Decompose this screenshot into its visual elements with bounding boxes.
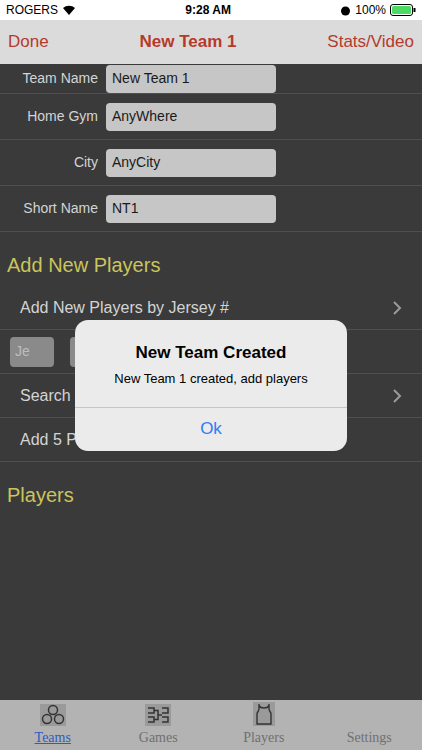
field-input[interactable]: AnyWhere xyxy=(106,103,276,131)
alarm-icon xyxy=(340,5,351,16)
row-label: Search xyxy=(20,384,71,408)
form-row: Short Name NT1 xyxy=(0,186,422,232)
alert-title: New Team Created xyxy=(136,340,287,366)
field-label: Team Name xyxy=(0,68,98,89)
jersey-input[interactable]: Je xyxy=(10,337,54,367)
tab-label: Players xyxy=(243,727,284,748)
battery-percent: 100% xyxy=(355,1,386,19)
form-row: City AnyCity xyxy=(0,140,422,186)
form-row: Home Gym AnyWhere xyxy=(0,94,422,140)
field-input[interactable]: New Team 1 xyxy=(106,65,276,93)
teams-icon xyxy=(39,703,67,727)
alert-ok-button[interactable]: Ok xyxy=(75,407,347,451)
field-label: Short Name xyxy=(0,198,98,219)
tab[interactable]: Players xyxy=(211,700,317,750)
tab[interactable]: Settings xyxy=(317,700,422,750)
field-input[interactable]: AnyCity xyxy=(106,149,276,177)
section-header: Players xyxy=(0,462,422,516)
bracket-icon xyxy=(144,703,172,727)
stats-video-button[interactable]: Stats/Video xyxy=(327,29,414,55)
form-row: Team Name New Team 1 xyxy=(0,64,422,94)
tab-label: Settings xyxy=(347,727,392,748)
settings-icon-space xyxy=(357,703,381,727)
tab-label: Teams xyxy=(35,727,71,748)
row-label: Add New Players by Jersey # xyxy=(20,296,229,320)
carrier: ROGERS xyxy=(6,1,58,19)
field-label: City xyxy=(0,152,98,173)
tab[interactable]: Teams xyxy=(0,700,106,750)
tab[interactable]: Games xyxy=(106,700,212,750)
jersey-icon xyxy=(252,701,276,727)
chevron-icon xyxy=(393,389,402,403)
done-button[interactable]: Done xyxy=(8,29,49,55)
nav-bar: Done New Team 1 Stats/Video xyxy=(0,20,422,64)
wifi-icon xyxy=(62,5,76,15)
battery-icon xyxy=(390,4,416,16)
app: ROGERS 9:28 AM 100% Done New Team 1 Stats/Vid… xyxy=(0,0,422,750)
time: 9:28 AM xyxy=(185,1,231,19)
chevron-icon xyxy=(393,301,402,315)
field-input[interactable]: NT1 xyxy=(106,195,276,223)
alert-overlay: New Team Created New Team 1 created, add … xyxy=(0,20,422,750)
section: Players xyxy=(0,462,422,516)
alert-message: New Team 1 created, add players xyxy=(114,369,307,389)
field-label: Home Gym xyxy=(0,106,98,127)
nav-title: New Team 1 xyxy=(139,29,236,55)
tab-bar: Teams Games Players Settings xyxy=(0,700,422,750)
alert-dialog: New Team Created New Team 1 created, add … xyxy=(75,320,347,451)
section-header: Add New Players xyxy=(0,232,422,286)
tab-label: Games xyxy=(139,727,178,748)
status-bar: ROGERS 9:28 AM 100% xyxy=(0,0,422,20)
